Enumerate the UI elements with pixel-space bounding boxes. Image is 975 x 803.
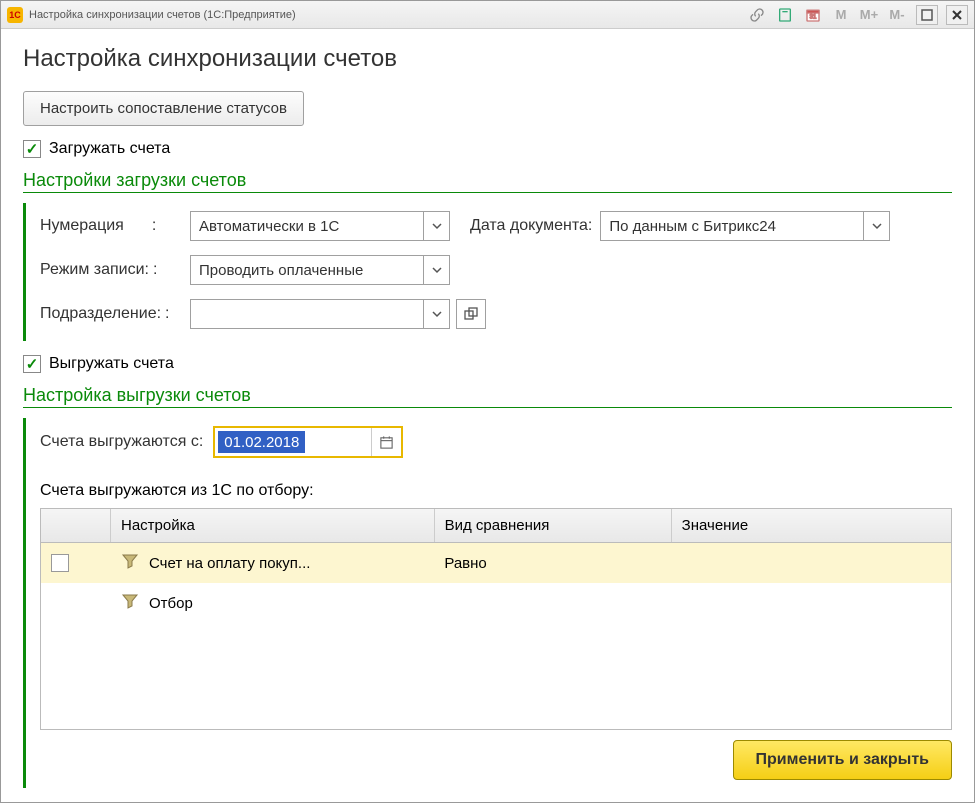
export-from-date-value: 01.02.2018 [218, 431, 305, 453]
export-settings-header[interactable]: Настройка выгрузки счетов [23, 385, 952, 408]
row-comparison: Равно [434, 549, 671, 578]
page-title: Настройка синхронизации счетов [23, 45, 952, 73]
load-invoices-checkbox-row[interactable]: Загружать счета [23, 140, 952, 158]
th-value: Значение [672, 509, 951, 542]
doc-date-combo[interactable]: По данным с Битрикс24 [600, 211, 890, 241]
th-checkbox [41, 509, 111, 542]
configure-status-mapping-button[interactable]: Настроить сопоставление статусов [23, 91, 304, 126]
content-area: Настройка синхронизации счетов Настроить… [1, 29, 974, 802]
load-settings-header[interactable]: Настройки загрузки счетов [23, 170, 952, 193]
load-invoices-checkbox[interactable] [23, 140, 41, 158]
table-header: Настройка Вид сравнения Значение [41, 509, 951, 543]
row-checkbox[interactable] [51, 554, 69, 572]
table-row[interactable]: Счет на оплату покуп... Равно [41, 543, 951, 583]
export-from-date-input[interactable]: 01.02.2018 [213, 426, 403, 458]
filter-label: Счета выгружаются из 1С по отбору: [40, 482, 952, 500]
calculator-icon[interactable] [774, 5, 796, 25]
numbering-value: Автоматически в 1С [191, 212, 423, 240]
chevron-down-icon[interactable] [863, 212, 889, 240]
table-row[interactable]: Отбор [41, 583, 951, 623]
export-invoices-checkbox-row[interactable]: Выгружать счета [23, 355, 952, 373]
department-combo[interactable] [190, 299, 450, 329]
export-from-label: Счета выгружаются с: [40, 433, 203, 451]
export-settings-body: Счета выгружаются с: 01.02.2018 Счета вы… [23, 418, 952, 788]
row-setting: Отбор [149, 595, 193, 612]
filter-table: Настройка Вид сравнения Значение Счет на… [40, 508, 952, 730]
calendar-picker-icon[interactable] [371, 428, 401, 456]
open-reference-button[interactable] [456, 299, 486, 329]
chevron-down-icon[interactable] [423, 256, 449, 284]
row-setting: Счет на оплату покуп... [149, 555, 310, 572]
window-title: Настройка синхронизации счетов (1С:Предп… [29, 9, 746, 21]
filter-icon [121, 552, 139, 574]
m-minus-button[interactable]: M- [886, 5, 908, 25]
filter-icon [121, 592, 139, 614]
apply-and-close-button[interactable]: Применить и закрыть [733, 740, 953, 780]
m-button[interactable]: M [830, 5, 852, 25]
app-logo-icon: 1C [7, 7, 23, 23]
close-button[interactable] [946, 5, 968, 25]
svg-text:31: 31 [810, 14, 817, 20]
write-mode-value: Проводить оплаченные [191, 256, 423, 284]
calendar-icon[interactable]: 31 [802, 5, 824, 25]
doc-date-label: Дата документа: [470, 217, 592, 235]
th-setting: Настройка [111, 509, 435, 542]
row-value [671, 597, 951, 609]
table-body: Счет на оплату покуп... Равно Отбор [41, 543, 951, 729]
row-value [671, 557, 951, 569]
export-invoices-checkbox[interactable] [23, 355, 41, 373]
th-comparison: Вид сравнения [435, 509, 672, 542]
write-mode-label: Режим записи: [40, 261, 190, 279]
chevron-down-icon[interactable] [423, 212, 449, 240]
numbering-label: Нумерация: [40, 217, 190, 235]
m-plus-button[interactable]: M+ [858, 5, 880, 25]
write-mode-combo[interactable]: Проводить оплаченные [190, 255, 450, 285]
chevron-down-icon[interactable] [423, 300, 449, 328]
load-invoices-label: Загружать счета [49, 140, 170, 158]
maximize-button[interactable] [916, 5, 938, 25]
department-value [191, 300, 423, 328]
numbering-combo[interactable]: Автоматически в 1С [190, 211, 450, 241]
export-invoices-label: Выгружать счета [49, 355, 174, 373]
window: 1C Настройка синхронизации счетов (1С:Пр… [0, 0, 975, 803]
doc-date-value: По данным с Битрикс24 [601, 212, 863, 240]
row-comparison [434, 597, 671, 609]
department-label: Подразделение: [40, 305, 190, 323]
load-settings-body: Нумерация: Автоматически в 1С Дата докум… [23, 203, 952, 341]
titlebar: 1C Настройка синхронизации счетов (1С:Пр… [1, 1, 974, 29]
link-icon[interactable] [746, 5, 768, 25]
